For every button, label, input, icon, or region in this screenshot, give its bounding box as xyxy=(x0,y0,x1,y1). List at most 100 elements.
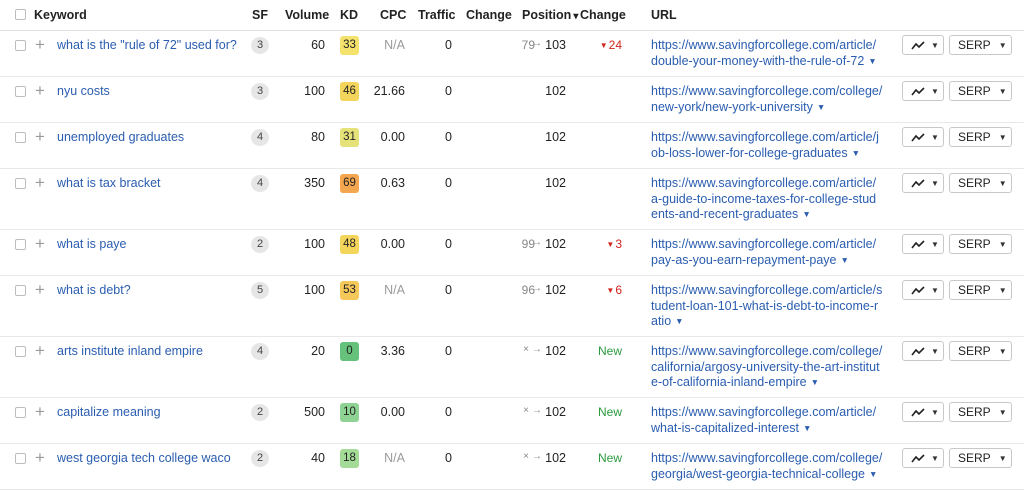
position-history-button[interactable]: ▼ xyxy=(902,448,944,468)
serp-features-badge[interactable]: 4 xyxy=(251,175,269,192)
caret-down-icon[interactable]: ▼ xyxy=(841,255,849,265)
keyword-link[interactable]: what is the "rule of 72" used for? xyxy=(57,38,237,52)
serp-button[interactable]: SERP ▼ xyxy=(949,448,1012,468)
keyword-link[interactable]: west georgia tech college waco xyxy=(57,451,231,465)
serp-features-badge[interactable]: 2 xyxy=(251,450,269,467)
url-link[interactable]: https://www.savingforcollege.com/college… xyxy=(651,451,891,482)
caret-down-icon[interactable]: ▼ xyxy=(852,148,860,158)
caret-down-icon[interactable]: ▼ xyxy=(802,209,810,219)
caret-down-icon[interactable]: ▼ xyxy=(811,377,819,387)
serp-features-badge[interactable]: 4 xyxy=(251,343,269,360)
serp-button[interactable]: SERP ▼ xyxy=(949,173,1012,193)
caret-down-icon[interactable]: ▼ xyxy=(868,56,876,66)
serp-button[interactable]: SERP ▼ xyxy=(949,127,1012,147)
position-history-button[interactable]: ▼ xyxy=(902,35,944,55)
column-keyword[interactable]: Keyword xyxy=(34,8,87,22)
serp-button[interactable]: SERP ▼ xyxy=(949,402,1012,422)
keyword-link[interactable]: nyu costs xyxy=(57,84,110,98)
row-checkbox[interactable] xyxy=(15,407,26,418)
cpc-value: 0.00 xyxy=(380,405,405,419)
column-url[interactable]: URL xyxy=(651,8,677,22)
column-position[interactable]: Position ▾ xyxy=(522,8,578,22)
url-text[interactable]: https://www.savingforcollege.com/college… xyxy=(651,84,882,114)
serp-features-badge[interactable]: 3 xyxy=(251,37,269,54)
serp-features-badge[interactable]: 3 xyxy=(251,83,269,100)
position-history-button[interactable]: ▼ xyxy=(902,173,944,193)
keyword-link[interactable]: capitalize meaning xyxy=(57,405,161,419)
position-history-button[interactable]: ▼ xyxy=(902,234,944,254)
table-header: Keyword SF Volume KD CPC Traffic Change … xyxy=(0,0,1024,31)
keyword-link[interactable]: what is paye xyxy=(57,237,126,251)
url-link[interactable]: https://www.savingforcollege.com/article… xyxy=(651,405,891,436)
volume-value: 40 xyxy=(311,451,325,465)
row-checkbox[interactable] xyxy=(15,40,26,51)
select-all-checkbox[interactable] xyxy=(15,9,26,20)
serp-button[interactable]: SERP ▼ xyxy=(949,81,1012,101)
plus-icon[interactable]: + xyxy=(35,128,45,145)
table-row: + unemployed graduates 4 80 31 0.00 0 102 https:… xyxy=(0,123,1024,169)
previous-position: × xyxy=(523,344,529,355)
url-text[interactable]: https://www.savingforcollege.com/college… xyxy=(651,451,882,481)
url-link[interactable]: https://www.savingforcollege.com/college… xyxy=(651,344,891,391)
caret-down-icon[interactable]: ▼ xyxy=(817,102,825,112)
row-checkbox[interactable] xyxy=(15,86,26,97)
url-text[interactable]: https://www.savingforcollege.com/article… xyxy=(651,405,876,435)
row-checkbox[interactable] xyxy=(15,453,26,464)
keyword-link[interactable]: what is debt? xyxy=(57,283,131,297)
caret-down-icon[interactable]: ▼ xyxy=(869,469,877,479)
position-history-button[interactable]: ▼ xyxy=(902,402,944,422)
serp-features-badge[interactable]: 2 xyxy=(251,404,269,421)
position-history-button[interactable]: ▼ xyxy=(902,341,944,361)
row-checkbox[interactable] xyxy=(15,178,26,189)
plus-icon[interactable]: + xyxy=(35,449,45,466)
url-link[interactable]: https://www.savingforcollege.com/article… xyxy=(651,38,891,69)
volume-value: 350 xyxy=(304,176,325,190)
column-sf[interactable]: SF xyxy=(252,8,268,22)
serp-button[interactable]: SERP ▼ xyxy=(949,280,1012,300)
position-history-button[interactable]: ▼ xyxy=(902,127,944,147)
url-link[interactable]: https://www.savingforcollege.com/article… xyxy=(651,176,891,223)
url-link[interactable]: https://www.savingforcollege.com/article… xyxy=(651,130,891,161)
url-text[interactable]: https://www.savingforcollege.com/article… xyxy=(651,283,882,328)
row-checkbox[interactable] xyxy=(15,285,26,296)
column-change[interactable]: Change xyxy=(466,8,512,22)
plus-icon[interactable]: + xyxy=(35,281,45,298)
row-checkbox[interactable] xyxy=(15,132,26,143)
column-kd[interactable]: KD xyxy=(340,8,358,22)
column-volume[interactable]: Volume xyxy=(285,8,329,22)
keyword-link[interactable]: arts institute inland empire xyxy=(57,344,203,358)
position-change: ▼6 xyxy=(580,283,622,297)
plus-icon[interactable]: + xyxy=(35,403,45,420)
url-link[interactable]: https://www.savingforcollege.com/article… xyxy=(651,237,891,268)
row-checkbox[interactable] xyxy=(15,346,26,357)
serp-button[interactable]: SERP ▼ xyxy=(949,35,1012,55)
plus-icon[interactable]: + xyxy=(35,174,45,191)
plus-icon[interactable]: + xyxy=(35,342,45,359)
url-text[interactable]: https://www.savingforcollege.com/article… xyxy=(651,38,876,68)
caret-down-icon: ▼ xyxy=(931,407,939,417)
plus-icon[interactable]: + xyxy=(35,36,45,53)
volume-value: 60 xyxy=(311,38,325,52)
position-history-button[interactable]: ▼ xyxy=(902,81,944,101)
url-text[interactable]: https://www.savingforcollege.com/article… xyxy=(651,176,876,221)
row-checkbox[interactable] xyxy=(15,239,26,250)
position-history-button[interactable]: ▼ xyxy=(902,280,944,300)
serp-features-badge[interactable]: 2 xyxy=(251,236,269,253)
url-text[interactable]: https://www.savingforcollege.com/article… xyxy=(651,130,879,160)
serp-features-badge[interactable]: 5 xyxy=(251,282,269,299)
plus-icon[interactable]: + xyxy=(35,82,45,99)
url-link[interactable]: https://www.savingforcollege.com/article… xyxy=(651,283,891,330)
plus-icon[interactable]: + xyxy=(35,235,45,252)
caret-down-icon[interactable]: ▼ xyxy=(803,423,811,433)
keyword-link[interactable]: what is tax bracket xyxy=(57,176,161,190)
url-text[interactable]: https://www.savingforcollege.com/college… xyxy=(651,344,882,389)
url-link[interactable]: https://www.savingforcollege.com/college… xyxy=(651,84,891,115)
column-position-change[interactable]: Change xyxy=(580,8,626,22)
caret-down-icon[interactable]: ▼ xyxy=(675,316,683,326)
column-cpc[interactable]: CPC xyxy=(380,8,406,22)
serp-features-badge[interactable]: 4 xyxy=(251,129,269,146)
keyword-link[interactable]: unemployed graduates xyxy=(57,130,184,144)
serp-button[interactable]: SERP ▼ xyxy=(949,341,1012,361)
column-traffic[interactable]: Traffic xyxy=(418,8,456,22)
serp-button[interactable]: SERP ▼ xyxy=(949,234,1012,254)
